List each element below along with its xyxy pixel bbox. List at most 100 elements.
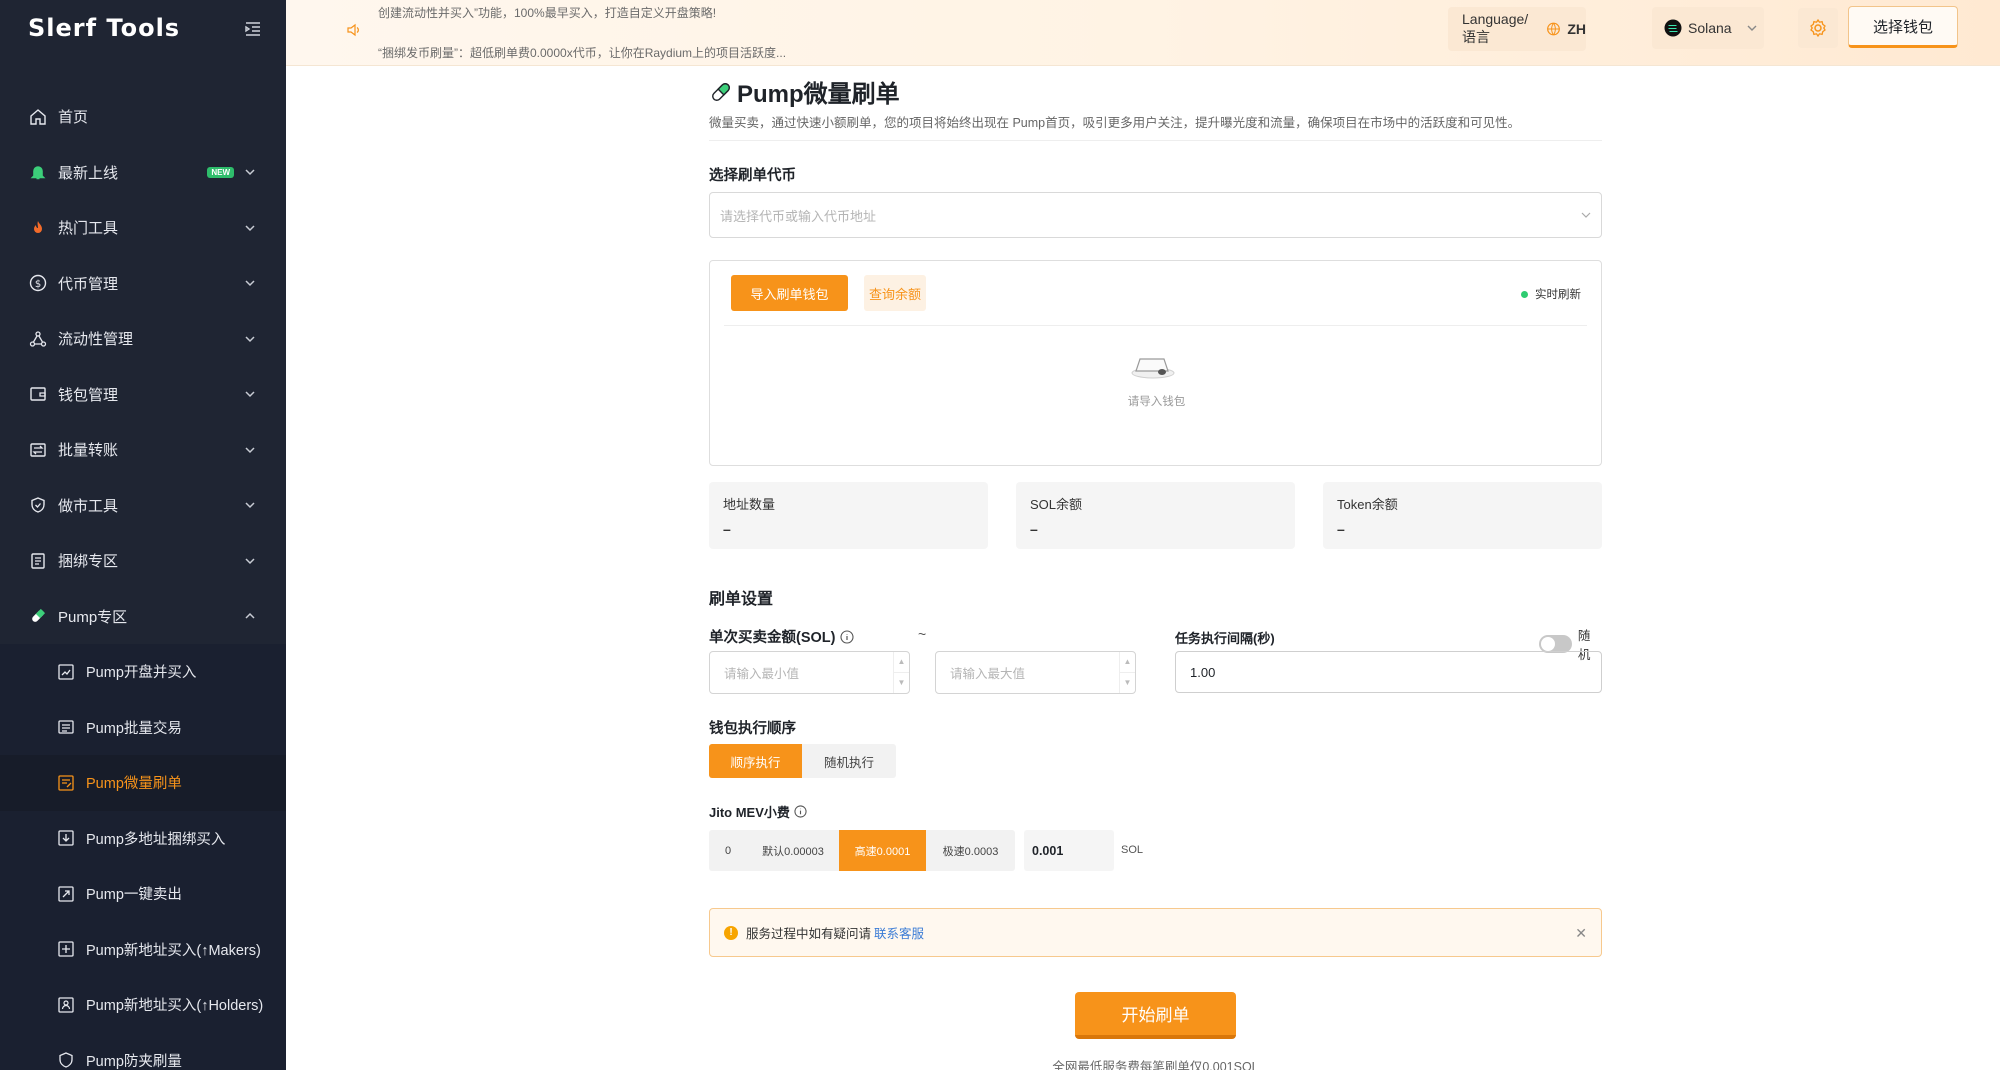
chevron-down-icon: [245, 280, 255, 287]
sidebar-item-batch-transfer[interactable]: 批量转账: [0, 422, 286, 478]
info-icon[interactable]: [840, 629, 855, 644]
status-dot: [1521, 290, 1528, 298]
sidebar-item-pump-micro-trade[interactable]: Pump微量刷单: [0, 755, 286, 811]
sidebar-item-token-management[interactable]: $ 代币管理: [0, 256, 286, 312]
sidebar-item-pump-sell-all[interactable]: Pump一键卖出: [0, 866, 286, 922]
sidebar-item-label: 做市工具: [58, 497, 119, 515]
sidebar-item-pump-multi-bundle[interactable]: Pump多地址捆绑买入: [0, 811, 286, 867]
mev-option-turbo[interactable]: 极速0.0003: [926, 830, 1015, 871]
sidebar-item-label: 批量转账: [58, 442, 119, 460]
max-amount-input[interactable]: 请输入最大值 ▲ ▼: [935, 651, 1136, 694]
sidebar-item-label: Pump微量刷单: [86, 776, 182, 793]
settings-button[interactable]: [1798, 8, 1838, 48]
chevron-down-icon: [1747, 25, 1757, 31]
sidebar-item-pump-batch-trade[interactable]: Pump批量交易: [0, 700, 286, 756]
sidebar-item-wallet-management[interactable]: 钱包管理: [0, 367, 286, 423]
interval-label: 任务执行间隔(秒): [1175, 631, 1275, 646]
query-balance-button[interactable]: 查询余额: [864, 275, 926, 311]
stepper-up-icon[interactable]: ▲: [1120, 652, 1135, 673]
stepper-down-icon[interactable]: ▼: [1120, 673, 1135, 694]
warning-icon: !: [724, 925, 738, 940]
chevron-down-icon: [245, 169, 255, 176]
divider: [724, 325, 1587, 326]
help-alert: ! 服务过程中如有疑问请 联系客服 ✕: [709, 908, 1602, 957]
stat-address-count: 地址数量 –: [709, 482, 988, 549]
stepper-down-icon[interactable]: ▼: [894, 673, 909, 694]
language-code: ZH: [1567, 21, 1586, 37]
page-title-text: Pump微量刷单: [737, 81, 900, 108]
page-description: 微量买卖，通过快速小额刷单，您的项目将始终出现在 Pump首页，吸引更多用户关注…: [709, 116, 1521, 130]
sidebar-item-pump-new-holders[interactable]: Pump新地址买入(↑Holders): [0, 977, 286, 1033]
max-amount-placeholder: 请输入最大值: [950, 667, 1026, 681]
mev-option-0[interactable]: 0: [709, 830, 747, 871]
chain-name: Solana: [1688, 20, 1732, 36]
token-select-label: 选择刷单代币: [709, 168, 796, 184]
app-logo[interactable]: Slerf Tools: [28, 14, 180, 42]
speaker-icon: [347, 23, 359, 37]
sidebar-item-pump-zone[interactable]: Pump专区: [0, 589, 286, 645]
mev-value-input[interactable]: 0.001: [1024, 830, 1114, 871]
order-sequential-button[interactable]: 顺序执行: [709, 744, 802, 778]
sidebar-item-hot-tools[interactable]: 热门工具: [0, 200, 286, 256]
language-label: Language/语言: [1462, 11, 1529, 45]
sidebar-item-pump-anti-sandwich[interactable]: Pump防夹刷量: [0, 1033, 286, 1070]
stepper-up-icon[interactable]: ▲: [894, 652, 909, 673]
import-wallet-button[interactable]: 导入刷单钱包: [731, 275, 848, 311]
sidebar-item-bundle-zone[interactable]: 捆绑专区: [0, 533, 286, 589]
stat-token-balance: Token余额 –: [1323, 482, 1602, 549]
alert-text: 服务过程中如有疑问请: [746, 927, 872, 941]
mev-option-default[interactable]: 默认0.00003: [747, 830, 839, 871]
shield-doc-icon: [56, 1050, 76, 1070]
language-button[interactable]: Language/语言 ZH: [1448, 7, 1586, 51]
sidebar-item-label: Pump开盘并买入: [86, 665, 197, 682]
sidebar: Slerf Tools 首页 最新上线 NEW 热门工具 $ 代币管理 流动性管…: [0, 0, 286, 1070]
chain-selector[interactable]: Solana: [1652, 7, 1764, 49]
chevron-down-icon: [245, 391, 255, 398]
sidebar-item-label: 热门工具: [58, 220, 119, 238]
sidebar-item-label: Pump新地址买入(↑Makers): [86, 942, 261, 959]
new-badge: NEW: [207, 167, 234, 179]
sidebar-item-label: Pump防夹刷量: [86, 1053, 182, 1070]
home-icon: [28, 107, 48, 127]
sidebar-item-label: Pump新地址买入(↑Holders): [86, 998, 264, 1015]
sidebar-item-new-release[interactable]: 最新上线 NEW: [0, 145, 286, 201]
sidebar-item-label: Pump批量交易: [86, 720, 182, 737]
sidebar-item-market-making[interactable]: 做市工具: [0, 478, 286, 534]
stat-title: 地址数量: [723, 497, 776, 512]
info-icon[interactable]: [794, 805, 807, 818]
pill-icon: [28, 606, 48, 626]
order-random-button[interactable]: 随机执行: [802, 744, 896, 778]
empty-box-icon: [1131, 358, 1175, 379]
chevron-down-icon: [245, 502, 255, 509]
gear-icon: [1810, 18, 1826, 38]
sidebar-item-label: 钱包管理: [58, 386, 119, 404]
topbar: 创建流动性并买入”功能，100%最早买入，打造自定义开盘策略! “捆绑发币刷量”…: [286, 0, 2000, 66]
collapse-sidebar-icon[interactable]: [244, 20, 262, 38]
stepper[interactable]: ▲ ▼: [1119, 652, 1135, 693]
close-icon[interactable]: ✕: [1575, 925, 1587, 942]
sidebar-item-liquidity[interactable]: 流动性管理: [0, 311, 286, 367]
sidebar-item-label: 首页: [58, 109, 89, 127]
start-button[interactable]: 开始刷单: [1075, 992, 1236, 1039]
interval-input[interactable]: 1.00: [1175, 651, 1602, 693]
stat-title: Token余额: [1337, 497, 1398, 512]
contact-support-link[interactable]: 联系客服: [874, 923, 924, 942]
live-refresh-indicator: 实时刷新: [1521, 286, 1581, 302]
solana-icon: [1664, 19, 1682, 37]
select-wallet-button[interactable]: 选择钱包: [1848, 6, 1958, 48]
order-segmented-control: 顺序执行 随机执行: [709, 744, 896, 778]
min-amount-input[interactable]: 请输入最小值 ▲ ▼: [709, 651, 910, 694]
fee-note: 全网最低服务费每笔刷单仅0.001SOL: [1052, 1060, 1259, 1070]
sidebar-item-label: Pump一键卖出: [86, 887, 182, 904]
users-doc-icon: [56, 995, 76, 1015]
stat-sol-balance: SOL余额 –: [1016, 482, 1295, 549]
sidebar-item-pump-new-makers[interactable]: Pump新地址买入(↑Makers): [0, 922, 286, 978]
stepper[interactable]: ▲ ▼: [893, 652, 909, 693]
token-select[interactable]: 请选择代币或输入代币地址: [709, 192, 1602, 238]
sidebar-item-pump-open-buy[interactable]: Pump开盘并买入: [0, 644, 286, 700]
chart-doc-icon: [56, 662, 76, 682]
mev-option-fast[interactable]: 高速0.0001: [839, 830, 926, 871]
sidebar-item-home[interactable]: 首页: [0, 89, 286, 145]
live-refresh-label: 实时刷新: [1535, 289, 1581, 301]
sidebar-item-label: Pump专区: [58, 608, 128, 626]
